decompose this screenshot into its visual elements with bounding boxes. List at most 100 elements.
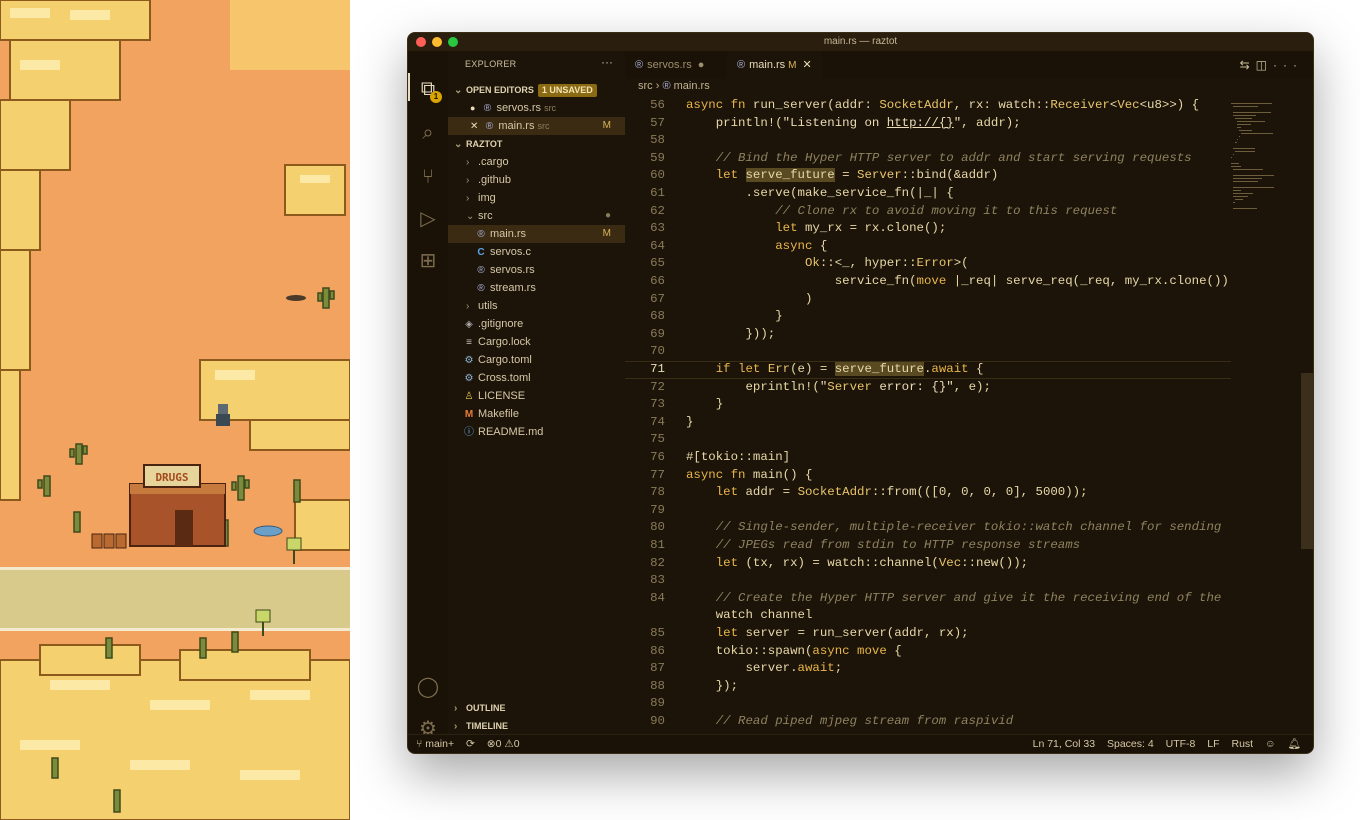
project-section[interactable]: ⌄ RAZTOT (448, 135, 625, 153)
code-line[interactable]: 79 (625, 502, 1231, 520)
unsaved-dot-icon[interactable]: ● (698, 59, 705, 71)
code-line[interactable]: 66 service_fn(move |_req| serve_req(_req… (625, 273, 1231, 291)
code-line[interactable]: 82 let (tx, rx) = watch::channel(Vec::ne… (625, 555, 1231, 573)
minimap-line (1231, 103, 1273, 104)
tree-file-cargo-lock[interactable]: ≡ Cargo.lock (448, 333, 625, 351)
timeline-section[interactable]: › TIMELINE (448, 717, 625, 735)
breadcrumb-folder[interactable]: src (638, 80, 653, 92)
code-line[interactable]: 70 (625, 343, 1231, 361)
code-line[interactable]: 64 async { (625, 238, 1231, 256)
code-line[interactable]: 77 async fn main() { (625, 467, 1231, 485)
code-line[interactable]: 88 }); (625, 678, 1231, 696)
problems-indicator[interactable]: ⊗0 ⚠0 (487, 738, 520, 750)
code-line[interactable]: 69 })); (625, 326, 1231, 344)
close-window-button[interactable] (416, 37, 426, 47)
tree-folder-cargo[interactable]: › .cargo (448, 153, 625, 171)
extensions-icon[interactable]: ⊞ (416, 249, 440, 273)
line-endings[interactable]: LF (1207, 738, 1219, 750)
code-line[interactable]: 83 (625, 572, 1231, 590)
tree-file-stream-rs[interactable]: ® stream.rs (448, 279, 625, 297)
more-actions-icon[interactable]: ··· (1273, 58, 1303, 72)
code-line[interactable]: 57 println!("Listening on http://{}", ad… (625, 115, 1231, 133)
minimap[interactable] (1231, 97, 1299, 735)
code-line[interactable]: 67 ) (625, 291, 1231, 309)
tree-folder-utils[interactable]: › utils (448, 297, 625, 315)
code-line[interactable]: 87 server.await; (625, 660, 1231, 678)
code-line[interactable]: 59 // Bind the Hyper HTTP server to addr… (625, 150, 1231, 168)
explorer-more-button[interactable]: ··· (601, 55, 613, 69)
search-icon[interactable]: ⌕ (416, 121, 440, 145)
tree-folder-img[interactable]: › img (448, 189, 625, 207)
tree-file-license[interactable]: ♙ LICENSE (448, 387, 625, 405)
breadcrumb-file[interactable]: main.rs (674, 80, 710, 92)
run-debug-icon[interactable]: ▷ (416, 207, 440, 231)
code-line[interactable]: 56 async fn run_server(addr: SocketAddr, … (625, 97, 1231, 115)
code-line[interactable]: 60 let serve_future = Server::bind(&addr… (625, 167, 1231, 185)
code-line[interactable]: 65 Ok::<_, hyper::Error>( (625, 255, 1231, 273)
code-line[interactable]: 84 // Create the Hyper HTTP server and g… (625, 590, 1231, 608)
branch-indicator[interactable]: ⑂ main+ (416, 738, 454, 750)
tree-file-readme[interactable]: ⓘ README.md (448, 423, 625, 441)
code-line[interactable]: 85 let server = run_server(addr, rx); (625, 625, 1231, 643)
code-line[interactable]: 63 let my_rx = rx.clone(); (625, 220, 1231, 238)
code-line[interactable]: 72 eprintln!("Server error: {}", e); (625, 379, 1231, 397)
code-line[interactable]: 86 tokio::spawn(async move { (625, 643, 1231, 661)
rust-file-icon: ® (477, 283, 485, 294)
outline-section[interactable]: › OUTLINE (448, 699, 625, 717)
tree-file-gitignore[interactable]: ◈ .gitignore (448, 315, 625, 333)
tree-file-main-rs[interactable]: ® main.rs M (448, 225, 625, 243)
code-line[interactable]: 73 } (625, 396, 1231, 414)
tab-servos-rs[interactable]: ® servos.rs ● (625, 51, 714, 79)
cursor-position[interactable]: Ln 71, Col 33 (1033, 738, 1095, 750)
code-line[interactable]: 75 (625, 431, 1231, 449)
code-line[interactable]: 71 if let Err(e) = serve_future.await { (625, 361, 1231, 379)
open-editor-main[interactable]: ✕ ® main.rs src M (448, 117, 625, 135)
code-line[interactable]: 62 // Clone rx to avoid moving it to thi… (625, 203, 1231, 221)
account-icon[interactable]: ◯ (416, 675, 440, 699)
code-text: if let Err(e) = serve_future.await { (715, 362, 984, 376)
code-text: let serve_future = Server::bind(&addr) (715, 168, 999, 183)
tree-file-servos-rs[interactable]: ® servos.rs (448, 261, 625, 279)
split-editor-icon[interactable]: ◫ (1256, 58, 1273, 72)
open-editor-servos[interactable]: ● ® servos.rs src (448, 99, 625, 117)
tree-folder-github[interactable]: › .github (448, 171, 625, 189)
code-line[interactable]: 61 .serve(make_service_fn(|_| { (625, 185, 1231, 203)
tab-main-rs[interactable]: ® main.rs M ✕ (727, 51, 822, 79)
language-mode[interactable]: Rust (1231, 738, 1253, 750)
tree-file-cargo-toml[interactable]: ⚙ Cargo.toml (448, 351, 625, 369)
line-number: 67 (650, 291, 665, 306)
open-editors-section[interactable]: ⌄ OPEN EDITORS 1 UNSAVED (448, 81, 625, 99)
code-line[interactable]: 90 // Read piped mjpeg stream from raspi… (625, 713, 1231, 731)
code-line[interactable]: 78 let addr = SocketAddr::from(([0, 0, 0… (625, 484, 1231, 502)
code-line[interactable]: 76 #[tokio::main] (625, 449, 1231, 467)
close-tab-icon[interactable]: ✕ (803, 59, 812, 71)
vertical-scrollbar[interactable] (1301, 97, 1313, 735)
explorer-icon[interactable]: ⧉ 1 (416, 77, 442, 103)
tree-folder-src[interactable]: ⌄ src ● (448, 207, 625, 225)
code-line[interactable]: 58 (625, 132, 1231, 150)
maximize-window-button[interactable] (448, 37, 458, 47)
notifications-bell-icon[interactable]: 🔔︎ (1288, 738, 1301, 750)
code-editor[interactable]: 56 async fn run_server(addr: SocketAddr, … (625, 97, 1231, 735)
indentation[interactable]: Spaces: 4 (1107, 738, 1154, 750)
code-line[interactable]: 81 // JPEGs read from stdin to HTTP resp… (625, 537, 1231, 555)
compare-changes-icon[interactable]: ⇆ (1240, 58, 1256, 72)
code-line[interactable]: 89 (625, 695, 1231, 713)
tree-file-servos-c[interactable]: Cservos.c (448, 243, 625, 261)
scroll-thumb[interactable] (1301, 373, 1313, 549)
window-title: main.rs — raztot (823, 36, 898, 47)
code-line[interactable]: 68 } (625, 308, 1231, 326)
code-line[interactable]: 74} (625, 414, 1231, 432)
minimap-line (1241, 133, 1274, 134)
close-editor-icon[interactable]: ✕ (470, 121, 478, 132)
source-control-icon[interactable]: ⑂ (416, 165, 440, 189)
tree-file-cross-toml[interactable]: ⚙ Cross.toml (448, 369, 625, 387)
feedback-icon[interactable]: ☺ (1265, 738, 1276, 750)
sync-icon[interactable]: ⟳ (466, 738, 475, 750)
code-line[interactable]: 80 // Single-sender, multiple-receiver t… (625, 519, 1231, 537)
code-line[interactable]: watch channel (625, 607, 1231, 625)
tree-file-makefile[interactable]: M Makefile (448, 405, 625, 423)
encoding[interactable]: UTF-8 (1166, 738, 1196, 750)
minimize-window-button[interactable] (432, 37, 442, 47)
tree-item-label: .github (478, 174, 512, 186)
